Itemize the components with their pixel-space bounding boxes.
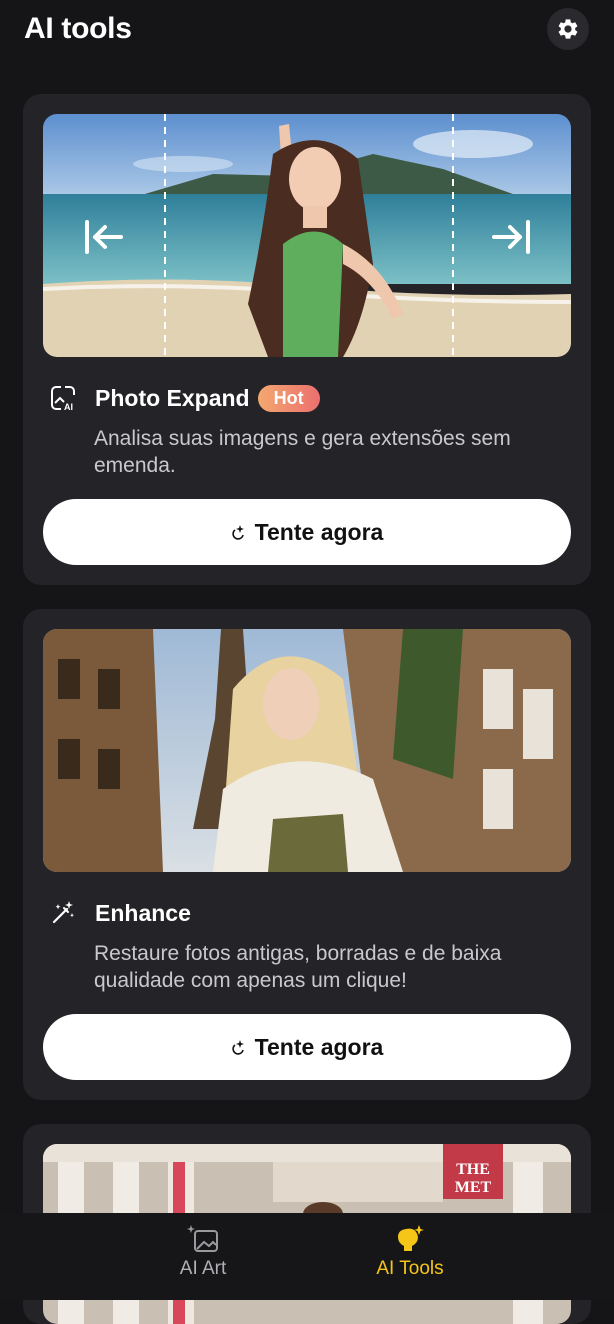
nav-item-ai-tools[interactable]: AI Tools <box>340 1223 480 1280</box>
photo-expand-description: Analisa suas imagens e gera extensões se… <box>94 427 511 477</box>
photo-expand-card[interactable]: AI Photo Expand Hot Analisa suas imagens… <box>23 94 591 585</box>
enhance-description: Restaure fotos antigas, borradas e de ba… <box>94 942 502 992</box>
enhance-preview-image <box>43 629 571 872</box>
enhance-card[interactable]: Enhance Restaure fotos antigas, borradas… <box>23 609 591 1100</box>
expand-left-icon <box>85 220 123 254</box>
svg-text:AI: AI <box>64 402 73 412</box>
hot-badge: Hot <box>257 384 320 412</box>
nav-label-ai-art: AI Art <box>179 1258 227 1279</box>
try-button-label: Tente agora <box>254 1033 384 1060</box>
gear-icon <box>558 19 578 39</box>
ai-tools-icon <box>398 1225 424 1251</box>
nav-item-ai-art[interactable]: AI Art <box>133 1223 273 1280</box>
photo-expand-try-button[interactable]: Tente agora <box>43 499 571 565</box>
photo-expand-preview-image <box>43 114 571 357</box>
settings-button[interactable] <box>547 8 589 50</box>
photo-expand-title-row: AI Photo Expand Hot <box>49 384 320 412</box>
bottom-nav: AI Art AI Tools <box>0 1213 614 1300</box>
sparkle-icon <box>232 1040 244 1055</box>
enhance-title: Enhance <box>95 899 191 926</box>
ai-image-expand-icon: AI <box>51 386 75 412</box>
enhance-title-row: Enhance <box>49 899 191 927</box>
ai-art-icon <box>187 1225 218 1252</box>
magic-wand-icon <box>52 901 74 924</box>
met-banner-text: MET <box>455 1179 492 1196</box>
photo-expand-title: Photo Expand <box>95 384 250 411</box>
try-button-label: Tente agora <box>254 518 384 545</box>
sparkle-icon <box>232 525 244 540</box>
expand-right-icon <box>492 220 530 254</box>
nav-label-ai-tools: AI Tools <box>376 1258 444 1279</box>
enhance-try-button[interactable]: Tente agora <box>43 1014 571 1080</box>
header: AI tools <box>0 0 614 80</box>
page-title: AI tools <box>24 12 132 45</box>
met-banner-text: THE <box>456 1161 490 1178</box>
